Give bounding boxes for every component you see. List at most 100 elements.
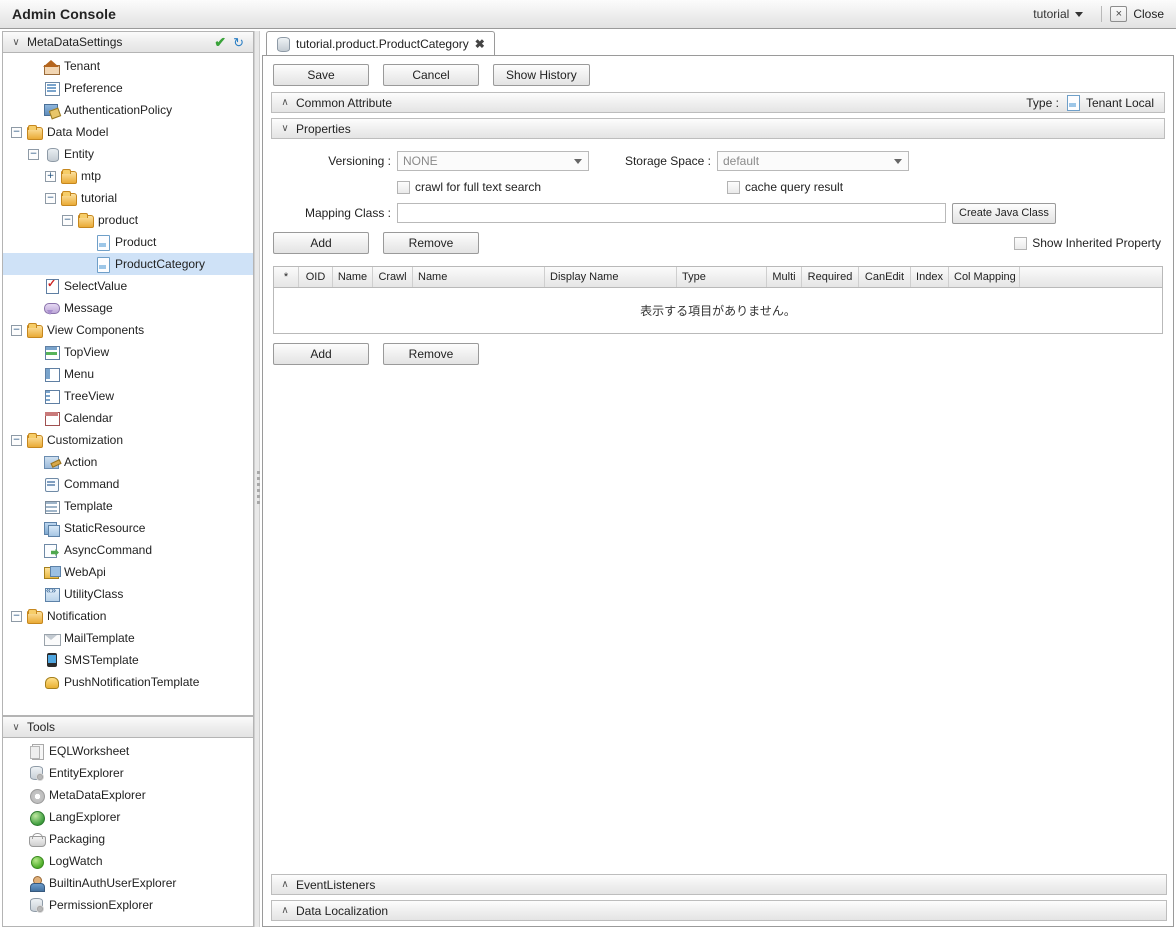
remove-property-button-bottom[interactable]: Remove	[383, 343, 479, 365]
show-inherited-property-wrap[interactable]: Show Inherited Property	[1014, 236, 1163, 250]
tree-item-utilityclass[interactable]: UtilityClass	[3, 583, 253, 605]
tree-item-mtp[interactable]: + mtp	[3, 165, 253, 187]
table-column-header[interactable]: Required	[802, 267, 859, 287]
table-column-header[interactable]: Name	[413, 267, 545, 287]
table-column-header[interactable]	[1020, 267, 1160, 287]
editor-content: Save Cancel Show History ∧ Common Attrib…	[262, 55, 1174, 927]
cache-checkbox-wrap[interactable]: cache query result	[727, 180, 843, 194]
tool-item-langexplorer[interactable]: LangExplorer	[3, 806, 253, 828]
tree-item-webapi[interactable]: WebApi	[3, 561, 253, 583]
section-event-listeners[interactable]: ∧ EventListeners	[271, 874, 1167, 895]
tree-item-mailtemplate[interactable]: MailTemplate	[3, 627, 253, 649]
tree-item-selectvalue[interactable]: SelectValue	[3, 275, 253, 297]
collapse-icon[interactable]: −	[11, 610, 22, 622]
sidebar-section-actions: ✔ ↻	[214, 35, 247, 49]
tree-item-authenticationpolicy[interactable]: AuthenticationPolicy	[3, 99, 253, 121]
tree-item-treeview[interactable]: TreeView	[3, 385, 253, 407]
sidebar-section-metadatasettings[interactable]: ∨ MetaDataSettings ✔ ↻	[2, 31, 254, 53]
tree-item-pushnotificationtemplate[interactable]: PushNotificationTemplate	[3, 671, 253, 693]
tree-item-topview[interactable]: TopView	[3, 341, 253, 363]
refresh-icon[interactable]: ↻	[233, 36, 244, 49]
add-property-button-top[interactable]: Add	[273, 232, 369, 254]
collapse-icon[interactable]: −	[28, 148, 39, 160]
main-panel: tutorial.product.ProductCategory ✖ Save …	[262, 31, 1174, 927]
tree-item-notification[interactable]: − Notification	[3, 605, 253, 627]
tree-item-view-components[interactable]: − View Components	[3, 319, 253, 341]
versioning-select[interactable]: NONE	[397, 151, 589, 171]
tree-item-action[interactable]: Action	[3, 451, 253, 473]
collapse-icon[interactable]: −	[11, 434, 22, 446]
table-column-header[interactable]: CanEdit	[859, 267, 911, 287]
crawl-checkbox-wrap[interactable]: crawl for full text search	[397, 180, 727, 194]
tool-item-permissionexplorer[interactable]: PermissionExplorer	[3, 894, 253, 916]
command-icon	[43, 476, 60, 492]
table-column-header[interactable]: Col Mapping	[949, 267, 1020, 287]
expand-icon[interactable]: +	[45, 170, 56, 182]
create-java-class-button[interactable]: Create Java Class	[952, 202, 1056, 224]
tree-item-menu[interactable]: Menu	[3, 363, 253, 385]
panel-splitter[interactable]	[254, 31, 260, 927]
sidebar-section-tools[interactable]: ∨ Tools	[2, 716, 254, 738]
tool-item-builtinauthuserexplorer[interactable]: BuiltinAuthUserExplorer	[3, 872, 253, 894]
collapse-icon[interactable]: −	[62, 214, 73, 226]
close-button[interactable]: × Close	[1110, 6, 1168, 22]
table-column-header[interactable]: Type	[677, 267, 767, 287]
table-column-header[interactable]: Name	[333, 267, 373, 287]
globe-icon	[28, 809, 45, 826]
storage-space-select[interactable]: default	[717, 151, 909, 171]
add-property-button-bottom[interactable]: Add	[273, 343, 369, 365]
tree-item-command[interactable]: Command	[3, 473, 253, 495]
tool-item-label: EQLWorksheet	[49, 744, 130, 758]
section-properties[interactable]: ∨ Properties	[271, 118, 1165, 139]
tool-item-entityexplorer[interactable]: EntityExplorer	[3, 762, 253, 784]
cancel-button[interactable]: Cancel	[383, 64, 479, 86]
tree-item-message[interactable]: Message	[3, 297, 253, 319]
collapse-icon[interactable]: −	[11, 126, 22, 138]
checkbox-row: crawl for full text search cache query r…	[273, 174, 1163, 200]
mapping-class-input[interactable]	[397, 203, 946, 223]
tree-item-data-model[interactable]: − Data Model	[3, 121, 253, 143]
table-column-header[interactable]: Crawl	[373, 267, 413, 287]
tree-item-entity[interactable]: − Entity	[3, 143, 253, 165]
document-icon	[1065, 95, 1080, 111]
save-button[interactable]: Save	[273, 64, 369, 86]
tree-item-template[interactable]: Template	[3, 495, 253, 517]
close-icon[interactable]: ✖	[475, 37, 485, 51]
tree-item-productcategory[interactable]: ProductCategory	[3, 253, 253, 275]
collapse-icon[interactable]: −	[11, 324, 22, 336]
tool-item-eqlworksheet[interactable]: EQLWorksheet	[3, 740, 253, 762]
tool-item-logwatch[interactable]: LogWatch	[3, 850, 253, 872]
tree-item-calendar[interactable]: Calendar	[3, 407, 253, 429]
section-data-localization[interactable]: ∧ Data Localization	[271, 900, 1167, 921]
topview-icon	[43, 344, 60, 360]
tree-item-staticresource[interactable]: StaticResource	[3, 517, 253, 539]
tree-item-asynccommand[interactable]: AsyncCommand	[3, 539, 253, 561]
cache-checkbox[interactable]	[727, 180, 740, 194]
window-title-bar: Admin Console tutorial × Close	[0, 0, 1176, 29]
tree-item-preference[interactable]: Preference	[3, 77, 253, 99]
table-column-header[interactable]: Multi	[767, 267, 802, 287]
collapse-icon[interactable]: −	[45, 192, 56, 204]
tool-item-packaging[interactable]: Packaging	[3, 828, 253, 850]
show-history-button[interactable]: Show History	[493, 64, 590, 86]
tree-item-product[interactable]: − product	[3, 209, 253, 231]
crawl-checkbox[interactable]	[397, 180, 410, 194]
tree-item-tutorial[interactable]: − tutorial	[3, 187, 253, 209]
table-column-header[interactable]: Index	[911, 267, 949, 287]
tree-item-customization[interactable]: − Customization	[3, 429, 253, 451]
folder-icon	[60, 190, 77, 206]
section-common-attribute[interactable]: ∧ Common Attribute Type : Tenant Local	[271, 92, 1165, 113]
tree-item-product[interactable]: Product	[3, 231, 253, 253]
table-column-header[interactable]: *	[274, 267, 299, 287]
tool-item-metadataexplorer[interactable]: MetaDataExplorer	[3, 784, 253, 806]
tree-item-label: Command	[64, 477, 120, 491]
show-inherited-property-checkbox[interactable]	[1014, 236, 1028, 250]
tenant-dropdown[interactable]: tutorial	[1023, 0, 1093, 28]
tree-item-smstemplate[interactable]: SMSTemplate	[3, 649, 253, 671]
table-column-header[interactable]: Display Name	[545, 267, 677, 287]
remove-property-button-top[interactable]: Remove	[383, 232, 479, 254]
tab-productcategory[interactable]: tutorial.product.ProductCategory ✖	[266, 31, 495, 55]
table-column-header[interactable]: OID	[299, 267, 333, 287]
tree-item-tenant[interactable]: Tenant	[3, 55, 253, 77]
check-icon[interactable]: ✔	[214, 35, 226, 49]
